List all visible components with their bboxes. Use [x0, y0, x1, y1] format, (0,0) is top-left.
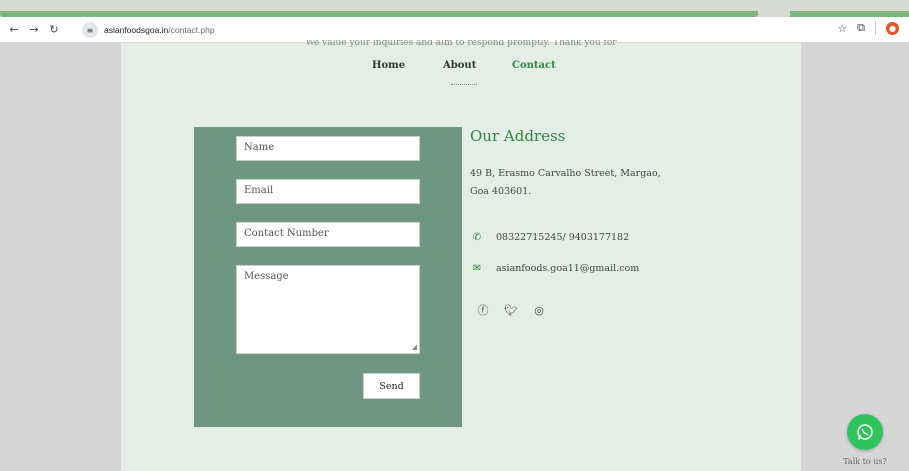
footer-peek — [361, 463, 561, 471]
phone-icon: ✆ — [472, 232, 482, 243]
nav-divider — [451, 84, 477, 86]
message-textarea[interactable]: Message ◢ — [236, 265, 420, 354]
envelope-icon: ✉ — [472, 263, 482, 274]
facebook-icon[interactable]: ⓕ — [476, 303, 490, 317]
phone-row: ✆ 08322715245/ 9403177182 — [470, 232, 629, 243]
nav-about-link[interactable]: About — [443, 60, 476, 71]
profile-icon[interactable]: ● — [886, 21, 899, 35]
url-path: /contact.php — [168, 25, 215, 35]
email-row: ✉ asianfoods.goa11@gmail.com — [470, 263, 639, 274]
nav-home-link[interactable]: Home — [372, 60, 405, 71]
page-content: We value your inquiries and aim to respo… — [121, 40, 801, 471]
name-input[interactable]: Name — [236, 136, 420, 161]
instagram-icon[interactable]: ◎ — [532, 303, 546, 317]
nav-contact-link[interactable]: Contact — [512, 60, 556, 71]
send-button[interactable]: Send — [363, 373, 420, 399]
back-icon[interactable]: ← — [6, 22, 22, 38]
address-line-1: 49 B, Erasmo Carvalho Street, Margao, — [470, 168, 661, 179]
site-settings-icon[interactable]: ≡ — [82, 22, 98, 38]
email-address[interactable]: asianfoods.goa11@gmail.com — [496, 263, 639, 274]
url-text[interactable]: asianfoodsgoa.in/contact.php — [104, 25, 215, 35]
contact-form: Name Email Contact Number Message ◢ Send — [194, 127, 462, 427]
whatsapp-label: Talk to us? — [843, 457, 887, 466]
reload-icon[interactable]: ↻ — [46, 22, 62, 38]
message-placeholder: Message — [244, 271, 289, 282]
social-links: ⓕ 🐦︎ ◎ — [476, 303, 546, 318]
twitter-icon[interactable]: 🐦︎ — [504, 303, 518, 317]
address-title: Our Address — [470, 127, 566, 145]
address-line-2: Goa 403601. — [470, 186, 532, 197]
toolbar-right: ☆ ⧉ ● — [837, 21, 899, 35]
forward-icon[interactable]: → — [26, 22, 42, 38]
address-text: 49 B, Erasmo Carvalho Street, Margao, Go… — [470, 165, 700, 201]
toolbar-divider — [875, 21, 876, 35]
phone-number[interactable]: 08322715245/ 9403177182 — [496, 232, 629, 243]
whatsapp-chat-button[interactable] — [847, 414, 883, 450]
email-input[interactable]: Email — [236, 179, 420, 204]
tagline: We value your inquiries and aim to respo… — [305, 40, 617, 48]
contact-number-input[interactable]: Contact Number — [236, 222, 420, 247]
bookmark-star-icon[interactable]: ☆ — [837, 22, 847, 35]
extensions-icon[interactable]: ⧉ — [857, 21, 865, 35]
resize-handle-icon[interactable]: ◢ — [412, 343, 417, 351]
url-domain: asianfoodsgoa.in — [104, 25, 169, 35]
address-bar[interactable]: ≡ asianfoodsgoa.in/contact.php — [82, 21, 812, 39]
whatsapp-icon — [857, 424, 873, 440]
